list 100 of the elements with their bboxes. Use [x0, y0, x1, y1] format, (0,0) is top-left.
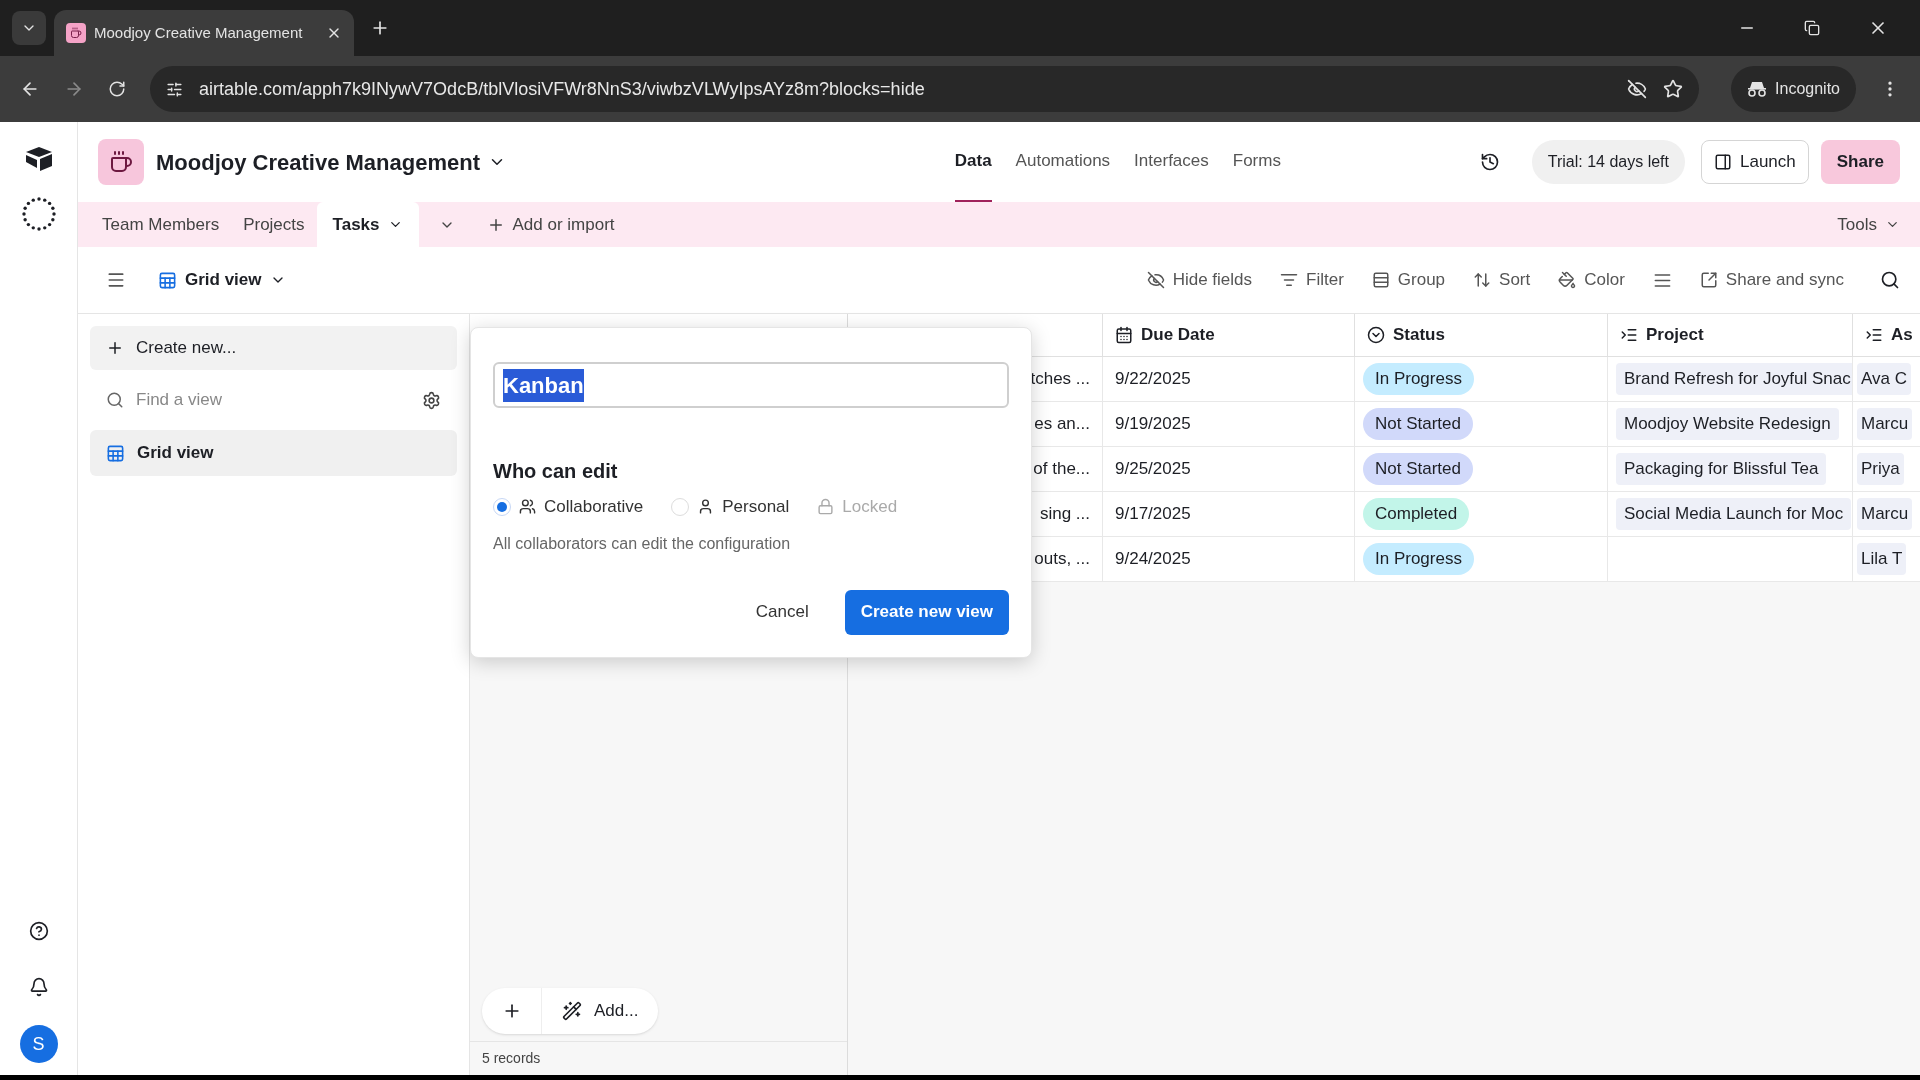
tools-menu[interactable]: Tools — [1837, 202, 1900, 247]
column-header[interactable]: Status — [1355, 314, 1608, 356]
site-info-icon[interactable] — [166, 80, 183, 98]
table-tab[interactable]: Tasks — [316, 202, 419, 247]
people-icon — [519, 498, 536, 516]
table-cell-text: 9/24/2025 — [1115, 548, 1191, 571]
menu-icon[interactable] — [106, 270, 126, 290]
assignee-tag: Marcu — [1857, 408, 1913, 440]
favicon-icon — [66, 23, 86, 43]
view-switcher[interactable]: Grid view — [158, 267, 286, 293]
reload-icon[interactable] — [108, 80, 126, 98]
add-or-import-label: Add or import — [512, 213, 615, 236]
permission-description: All collaborators can edit the configuration — [493, 533, 792, 554]
add-or-import-button[interactable]: Add or import — [474, 202, 627, 247]
grid-icon — [106, 443, 125, 463]
table-cell-text: 9/25/2025 — [1115, 458, 1191, 481]
cancel-button[interactable]: Cancel — [747, 591, 817, 633]
assignee-tag: Ava C — [1857, 363, 1911, 395]
status-tag: Completed — [1363, 498, 1470, 530]
column-header[interactable]: As — [1853, 314, 1920, 356]
nav-tab[interactable]: Automations — [1015, 122, 1111, 202]
create-view-button[interactable]: Create new view — [844, 589, 1009, 635]
color-action[interactable]: Color — [1558, 267, 1625, 293]
url-text: airtable.com/apph7k9INywV7OdcB/tblVlosiVFWr8NnS3/viwbzVLWyIpsAYz8m?blocks=hide — [199, 77, 926, 101]
help-icon[interactable] — [28, 921, 49, 941]
project-tag: Brand Refresh for Joyful Snac — [1616, 363, 1852, 395]
section-heading: Who can edit — [493, 459, 619, 484]
status-tag: In Progress — [1363, 363, 1474, 395]
search-icon — [106, 391, 124, 409]
table-cell-text: es an... — [1034, 413, 1090, 436]
settings-icon[interactable] — [422, 390, 441, 410]
sort-icon — [1473, 271, 1492, 289]
table-cell-text: tches ... — [1030, 368, 1090, 391]
tab-list-button[interactable] — [12, 11, 46, 45]
calendar-icon — [1115, 326, 1133, 344]
share-icon — [1699, 271, 1718, 289]
base-name: Moodjoy Creative Management — [156, 148, 480, 177]
group-icon — [1371, 271, 1390, 289]
link-field-icon — [1865, 326, 1883, 344]
table-cell-text: 9/19/2025 — [1115, 413, 1191, 436]
address-bar[interactable]: airtable.com/apph7k9INywV7OdcB/tblVlosiVFWr8NnS3/viwbzVLWyIpsAYz8m?blocks=hide — [150, 66, 1700, 112]
table-cell-text: outs, ... — [1034, 548, 1090, 571]
hide-icon — [1146, 271, 1165, 289]
assignee-tag: Lila T — [1857, 543, 1907, 575]
table-cell-text: 9/22/2025 — [1115, 368, 1191, 391]
lock-icon — [817, 498, 835, 516]
trial-badge[interactable]: Trial: 14 days left — [1531, 140, 1685, 184]
base-icon — [98, 139, 144, 185]
status-icon — [1367, 326, 1385, 344]
edit-permission-option[interactable]: Collaborative — [493, 494, 644, 520]
status-tag: Not Started — [1363, 408, 1473, 440]
bookmark-star-icon[interactable] — [1663, 79, 1684, 99]
plus-icon — [106, 339, 124, 357]
nav-tab[interactable]: Forms — [1232, 122, 1281, 202]
create-new-label: Create new... — [136, 337, 237, 360]
app-logo-icon[interactable] — [23, 146, 54, 172]
user-avatar[interactable]: S — [19, 1025, 58, 1063]
view-name-field[interactable]: Kanban — [493, 362, 1009, 408]
loading-dots-icon — [20, 196, 57, 232]
edit-permission-option[interactable]: Personal — [671, 494, 790, 520]
assignee-tag: Marcu — [1857, 498, 1913, 530]
magic-wand-icon — [562, 1001, 582, 1021]
table-cell-text: of the... — [1033, 458, 1090, 481]
status-tag: Not Started — [1363, 453, 1473, 485]
record-count: 5 records — [470, 1041, 847, 1075]
share-button[interactable]: Share — [1820, 140, 1900, 184]
incognito-icon — [1747, 81, 1768, 97]
view-name-value: Kanban — [503, 368, 584, 402]
eye-slash-icon[interactable] — [1627, 79, 1648, 99]
filter-icon — [1280, 271, 1298, 289]
filter-action[interactable]: Filter — [1280, 267, 1344, 293]
table-tab[interactable]: Projects — [231, 202, 317, 247]
table-cell-text: 9/17/2025 — [1115, 503, 1191, 526]
link-field-icon — [1620, 326, 1638, 344]
history-icon[interactable] — [1479, 152, 1500, 172]
project-tag: Social Media Launch for Moc — [1616, 498, 1852, 530]
table-tab[interactable]: Team Members — [90, 202, 232, 247]
launch-icon — [1713, 153, 1732, 171]
tab-title: Moodjoy Creative Management — [94, 22, 304, 43]
hide-action[interactable]: Hide fields — [1146, 267, 1252, 293]
search-icon[interactable] — [1880, 270, 1900, 290]
nav-tab[interactable]: Interfaces — [1134, 122, 1209, 202]
sort-action[interactable]: Sort — [1473, 267, 1531, 293]
status-tag: In Progress — [1363, 543, 1474, 575]
paint-bucket-icon — [1558, 271, 1577, 289]
column-header[interactable]: Project — [1608, 314, 1853, 356]
profile-button[interactable]: Incognito — [1731, 66, 1856, 112]
create-new-button[interactable]: Create new... — [90, 326, 457, 370]
restore-icon[interactable] — [1804, 20, 1820, 36]
column-header[interactable]: Due Date — [1103, 314, 1355, 356]
browser-tab[interactable]: Moodjoy Creative Management — [54, 10, 354, 56]
view-item[interactable]: Grid view — [90, 430, 457, 476]
project-tag: Packaging for Blissful Tea — [1616, 453, 1827, 485]
launch-button[interactable]: Launch — [1700, 140, 1809, 184]
group-action[interactable]: Group — [1371, 267, 1446, 293]
find-view-field[interactable]: Find a view — [136, 387, 410, 413]
share-action[interactable]: Share and sync — [1699, 267, 1844, 293]
grid-icon — [158, 270, 177, 290]
assignee-tag: Priya — [1857, 453, 1904, 485]
notifications-icon[interactable] — [28, 977, 49, 997]
